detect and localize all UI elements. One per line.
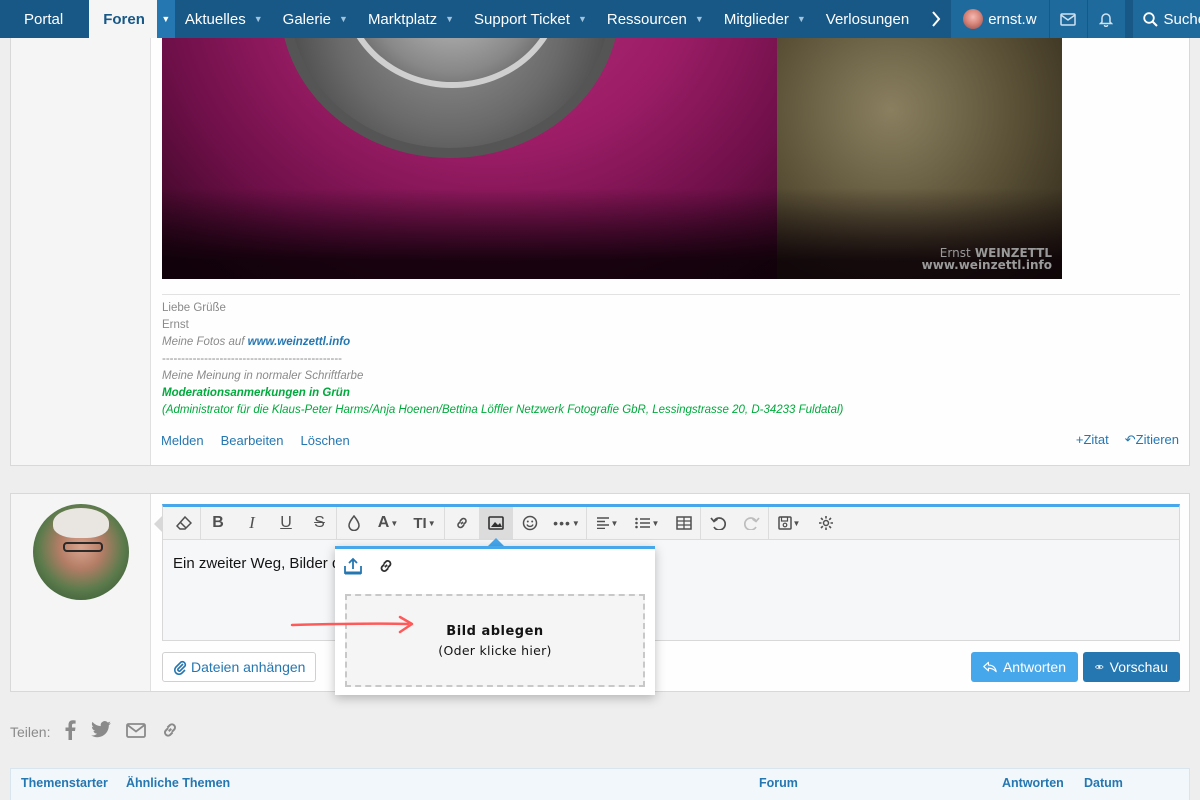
post-actions: Melden Bearbeiten Löschen [161, 433, 350, 448]
facebook-icon[interactable] [64, 720, 77, 743]
link-icon[interactable] [445, 507, 479, 540]
link-icon[interactable] [377, 557, 395, 578]
chevron-right-icon[interactable] [919, 0, 951, 38]
user-menu[interactable]: ernst.w [951, 0, 1049, 38]
chevron-down-icon[interactable]: ▼ [797, 14, 806, 24]
image-dropzone[interactable]: Bild ablegen (Oder klicke hier) [345, 594, 645, 687]
avatar-hair [53, 508, 109, 538]
underline-button[interactable]: U [269, 507, 303, 540]
caret-icon: ▼ [792, 518, 801, 528]
nav-tab-portal[interactable]: Portal [0, 0, 89, 38]
table-icon[interactable] [667, 506, 701, 540]
post-quote-actions: +Zitat ↶Zitieren [1076, 432, 1179, 448]
editor-toolbar: B I U S A ▼ TI ▼ ••• ▼ ▼ ▼ ▼ [163, 506, 1179, 540]
color-drop-icon[interactable] [337, 507, 371, 540]
reply-button[interactable]: Antworten [971, 652, 1078, 682]
gear-icon[interactable] [809, 507, 843, 540]
preview-button[interactable]: Vorschau [1083, 652, 1180, 682]
reply-arrow-icon: ↶ [1124, 432, 1136, 447]
nav-tab-galerie[interactable]: Galerie ▼ [273, 0, 358, 38]
column-header-title[interactable]: Ähnliche Themen [126, 776, 230, 790]
attach-files-button[interactable]: Dateien anhängen [162, 652, 317, 682]
similar-threads-table: Themenstarter Ähnliche Themen Forum Antw… [10, 768, 1190, 800]
annotation-arrow-icon [290, 615, 414, 634]
nav-tab-support-ticket[interactable]: Support Ticket ▼ [464, 0, 597, 38]
nav-tab-foren[interactable]: Foren ▼ [89, 0, 175, 38]
caret-icon: ▼ [571, 518, 580, 528]
caret-icon: ▼ [390, 518, 399, 528]
chevron-down-icon[interactable]: ▼ [254, 14, 263, 24]
column-header-forum[interactable]: Forum [759, 776, 798, 790]
share-row: Teilen: [10, 720, 180, 743]
nav-tab-verlosungen[interactable]: Verlosungen [816, 0, 919, 38]
undo-icon[interactable] [701, 507, 735, 540]
more-options-icon[interactable]: ••• ▼ [547, 506, 587, 540]
eye-icon [1095, 664, 1104, 670]
search-icon [1142, 11, 1158, 27]
align-icon[interactable]: ▼ [587, 507, 627, 540]
avatar[interactable] [33, 504, 129, 600]
quote-link[interactable]: ↶Zitieren [1125, 432, 1179, 448]
font-family-button[interactable]: A ▼ [371, 507, 405, 540]
strikethrough-button[interactable]: S [303, 506, 337, 540]
bold-button[interactable]: B [201, 507, 235, 540]
search-button[interactable]: Suche [1132, 0, 1200, 38]
font-size-button[interactable]: TI ▼ [405, 506, 445, 540]
reply-icon [983, 661, 997, 673]
twitter-icon[interactable] [90, 721, 112, 742]
smiley-icon[interactable] [513, 507, 547, 540]
top-navigation: Portal Foren ▼ Aktuelles ▼ Galerie ▼ Markt… [0, 0, 1200, 38]
avatar [963, 9, 984, 29]
nav-tab-ressourcen[interactable]: Ressourcen ▼ [597, 0, 714, 38]
edit-link[interactable]: Bearbeiten [221, 433, 284, 448]
forum-post: Ernst WEINZETTL www.weinzettl.info Liebe… [10, 38, 1190, 466]
column-header-date[interactable]: Datum [1084, 776, 1123, 790]
chevron-down-icon[interactable]: ▼ [156, 0, 175, 38]
report-link[interactable]: Melden [161, 433, 204, 448]
multi-quote-link[interactable]: +Zitat [1076, 432, 1109, 448]
eraser-icon[interactable] [167, 506, 201, 540]
delete-link[interactable]: Löschen [301, 433, 350, 448]
paperclip-icon [173, 660, 187, 675]
italic-button[interactable]: I [235, 507, 269, 540]
popup-arrow [488, 538, 504, 546]
post-user-column [11, 38, 151, 465]
upload-icon[interactable] [343, 557, 363, 578]
column-header-starter[interactable]: Themenstarter [21, 776, 108, 790]
website-link[interactable]: www.weinzettl.info [248, 336, 350, 348]
redo-icon[interactable] [735, 506, 769, 540]
nav-user-area: ernst.w Suche [951, 0, 1200, 38]
link-icon[interactable] [160, 720, 180, 743]
bell-icon[interactable] [1086, 0, 1125, 38]
image-watermark: Ernst WEINZETTL www.weinzettl.info [921, 246, 1052, 272]
caret-icon: ▼ [427, 518, 436, 528]
chevron-down-icon[interactable]: ▼ [339, 14, 348, 24]
avatar-glasses [63, 542, 103, 552]
image-icon[interactable] [479, 506, 513, 540]
signature-divider [162, 294, 1180, 295]
nav-tab-marktplatz[interactable]: Marktplatz ▼ [358, 0, 464, 38]
nav-tab-aktuelles[interactable]: Aktuelles ▼ [175, 0, 273, 38]
nav-tab-mitglieder[interactable]: Mitglieder ▼ [714, 0, 816, 38]
share-label: Teilen: [10, 723, 51, 740]
email-icon[interactable] [126, 722, 147, 741]
chevron-down-icon[interactable]: ▼ [695, 14, 704, 24]
save-draft-icon[interactable]: ▼ [769, 507, 809, 540]
chevron-down-icon[interactable]: ▼ [578, 14, 587, 24]
signature: Liebe Grüße Ernst Meine Fotos auf www.we… [162, 302, 844, 416]
caret-icon: ▼ [610, 518, 619, 528]
reply-user-column [11, 494, 151, 691]
caret-icon: ▼ [651, 518, 660, 528]
post-image[interactable]: Ernst WEINZETTL www.weinzettl.info [162, 38, 1062, 279]
popup-tabs [343, 557, 395, 578]
column-header-replies[interactable]: Antworten [1002, 776, 1064, 790]
mail-icon[interactable] [1048, 0, 1087, 38]
chevron-down-icon[interactable]: ▼ [445, 14, 454, 24]
editor-content[interactable]: Ein zweiter Weg, Bilder d [173, 555, 340, 572]
list-icon[interactable]: ▼ [627, 507, 667, 540]
